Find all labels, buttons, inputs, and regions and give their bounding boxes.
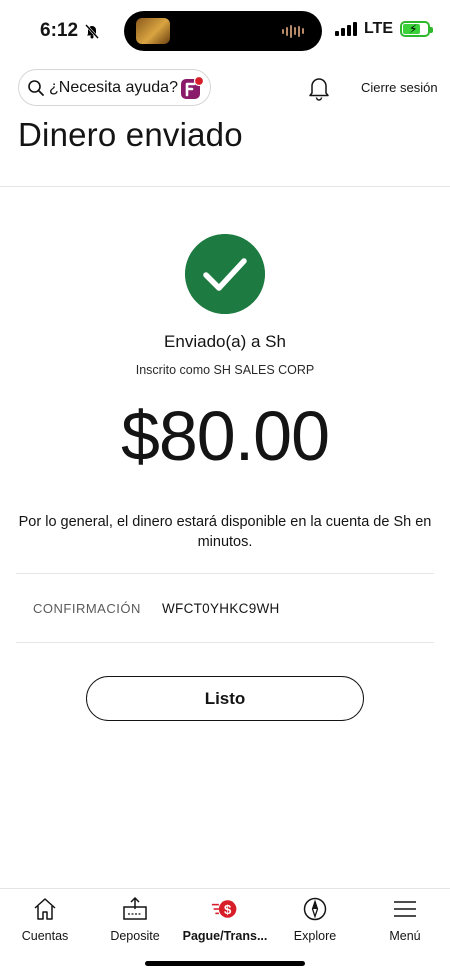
- recipient-enrolled-name: Inscrito como SH SALES CORP: [135, 363, 315, 377]
- compass-icon: [303, 897, 327, 921]
- nav-item-menu[interactable]: Menú: [360, 895, 450, 943]
- status-indicators: LTE ⚡: [334, 20, 433, 38]
- nav-item-explore[interactable]: Explore: [270, 895, 360, 943]
- nav-item-accounts[interactable]: Cuentas: [0, 895, 90, 943]
- confirmation-code: WFCT0YHKC9WH: [162, 601, 280, 616]
- page-title: Dinero enviado: [18, 116, 243, 153]
- nav-label-explore: Explore: [293, 929, 337, 943]
- dynamic-island: [124, 11, 322, 51]
- audio-waveform-icon: [282, 24, 306, 38]
- home-icon: [34, 898, 56, 920]
- cell-signal-icon: [334, 22, 357, 36]
- nav-item-deposit[interactable]: Deposite: [90, 895, 180, 943]
- confirmation-label: CONFIRMACIÓN: [33, 601, 141, 616]
- notifications-bell-icon[interactable]: [307, 75, 331, 101]
- help-search-field[interactable]: ¿Necesita ayuda?: [18, 69, 211, 106]
- nav-label-pay-transfer: Pague/Trans...: [182, 929, 268, 943]
- sent-amount: $80.00: [120, 397, 330, 475]
- battery-icon: ⚡: [400, 21, 433, 37]
- nav-label-accounts: Cuentas: [21, 929, 69, 943]
- menu-icon: [394, 901, 416, 917]
- deposit-icon: [123, 896, 147, 920]
- help-search-placeholder: ¿Necesita ayuda?: [49, 78, 178, 96]
- success-check-icon: [185, 234, 265, 314]
- confirmation-divider-top: [16, 573, 434, 574]
- clock-text: 6:12: [40, 20, 79, 41]
- done-button[interactable]: Listo: [86, 676, 364, 721]
- silent-bell-icon: [85, 24, 99, 39]
- status-time: 6:12: [40, 20, 100, 42]
- home-indicator[interactable]: [145, 961, 305, 966]
- logout-link[interactable]: Cierre sesión: [361, 80, 438, 95]
- availability-note: Por lo general, el dinero estará disponi…: [18, 514, 432, 550]
- nav-item-pay-transfer[interactable]: $ Pague/Trans...: [180, 895, 270, 943]
- network-type: LTE: [363, 20, 393, 37]
- recipient-heading: Enviado(a) a Sh: [164, 332, 286, 351]
- header-divider: [0, 186, 450, 187]
- nav-label-deposit: Deposite: [110, 929, 160, 943]
- fargo-assistant-icon[interactable]: [180, 76, 204, 100]
- confirmation-divider-bottom: [16, 642, 434, 643]
- search-icon: [28, 79, 44, 96]
- now-playing-artwork-icon: [136, 18, 170, 44]
- status-bar: 6:12 LTE ⚡: [0, 0, 450, 60]
- nav-label-menu: Menú: [389, 929, 421, 943]
- pay-transfer-icon: $: [211, 900, 237, 918]
- svg-text:$: $: [224, 902, 232, 917]
